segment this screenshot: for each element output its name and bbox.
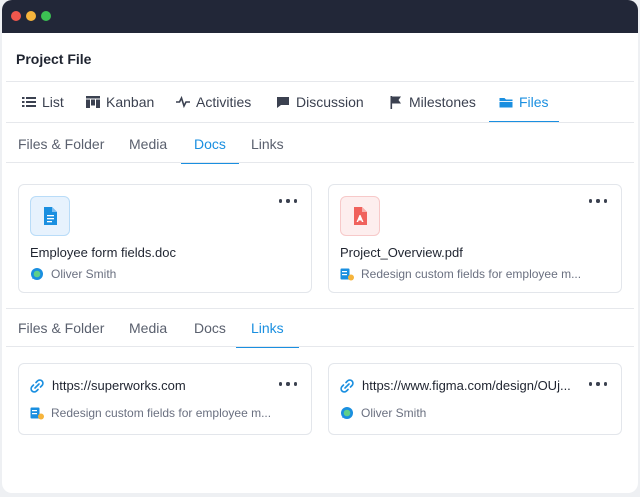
- chat-bubble-icon: [340, 406, 354, 420]
- doc-card[interactable]: Project_Overview.pdf Redesign custom fie…: [328, 184, 622, 293]
- minimize-window-button[interactable]: [26, 11, 36, 21]
- pdf-file-icon: [340, 196, 380, 236]
- link-card[interactable]: https://www.figma.com/design/OUj... Oliv…: [328, 363, 622, 435]
- link-url[interactable]: https://superworks.com: [52, 378, 186, 393]
- more-options-button[interactable]: [279, 380, 297, 388]
- tab-kanban-label: Kanban: [106, 94, 155, 110]
- subtab-docs[interactable]: Docs: [181, 125, 239, 164]
- tab-milestones-label: Milestones: [409, 94, 476, 110]
- link-icon: [340, 378, 354, 393]
- divider: [6, 122, 634, 123]
- link-icon: [30, 378, 44, 393]
- link-url[interactable]: https://www.figma.com/design/OUj...: [362, 378, 571, 393]
- page-title: Project File: [16, 51, 92, 67]
- doc-file-icon: [30, 196, 70, 236]
- close-window-button[interactable]: [11, 11, 21, 21]
- tab-files[interactable]: Files: [489, 82, 559, 123]
- task-icon: [30, 406, 44, 420]
- kanban-icon: [86, 95, 100, 109]
- divider: [6, 162, 634, 163]
- link-owner: Oliver Smith: [361, 406, 427, 420]
- app-window: Project File List Kanban Activities Disc…: [2, 0, 638, 493]
- linked-task: Redesign custom fields for employee m...: [51, 406, 272, 420]
- tab-milestones[interactable]: Milestones: [389, 82, 476, 122]
- link-meta: Redesign custom fields for employee m...: [30, 406, 271, 420]
- file-owner: Oliver Smith: [51, 267, 117, 281]
- folder-icon: [499, 95, 513, 109]
- file-meta: Redesign custom fields for employee m...: [340, 267, 581, 281]
- linked-task: Redesign custom fields for employee m...: [361, 267, 582, 281]
- main-tab-bar: List Kanban Activities Discussion Milest…: [6, 82, 634, 123]
- more-options-button[interactable]: [279, 197, 297, 205]
- tab-list[interactable]: List: [22, 82, 64, 122]
- window-titlebar: [2, 0, 638, 33]
- activity-icon: [176, 95, 190, 109]
- list-icon: [22, 95, 36, 109]
- more-options-button[interactable]: [589, 380, 607, 388]
- file-name[interactable]: Employee form fields.doc: [30, 245, 176, 260]
- doc-card[interactable]: Employee form fields.doc Oliver Smith: [18, 184, 312, 293]
- tab-kanban[interactable]: Kanban: [86, 82, 154, 122]
- tab-discussion[interactable]: Discussion: [276, 82, 364, 122]
- link-meta: Oliver Smith: [340, 406, 426, 420]
- more-options-button[interactable]: [589, 197, 607, 205]
- flag-icon: [389, 95, 403, 109]
- link-card[interactable]: https://superworks.com Redesign custom f…: [18, 363, 312, 435]
- file-meta: Oliver Smith: [30, 267, 116, 281]
- task-icon: [340, 267, 354, 281]
- tab-list-label: List: [42, 94, 64, 110]
- divider: [6, 346, 634, 347]
- maximize-window-button[interactable]: [41, 11, 51, 21]
- subtab-files-folder[interactable]: Files & Folder: [18, 309, 104, 347]
- tab-activities-label: Activities: [196, 94, 252, 110]
- link-row[interactable]: https://www.figma.com/design/OUj...: [340, 378, 571, 393]
- tab-files-label: Files: [519, 94, 549, 110]
- tab-activities[interactable]: Activities: [176, 82, 251, 122]
- tab-discussion-label: Discussion: [296, 94, 364, 110]
- subtab-files-folder[interactable]: Files & Folder: [18, 125, 104, 163]
- chat-icon: [276, 95, 290, 109]
- subtab-links[interactable]: Links: [251, 125, 284, 163]
- subtab-media[interactable]: Media: [129, 125, 167, 163]
- link-row[interactable]: https://superworks.com: [30, 378, 186, 393]
- docs-subtab-bar: Files & Folder Media Docs Links: [6, 125, 634, 164]
- links-subtab-bar: Files & Folder Media Docs Links: [6, 309, 634, 348]
- file-name[interactable]: Project_Overview.pdf: [340, 245, 463, 260]
- subtab-media[interactable]: Media: [129, 309, 167, 347]
- chat-bubble-icon: [30, 267, 44, 281]
- subtab-docs[interactable]: Docs: [194, 309, 226, 347]
- subtab-links[interactable]: Links: [236, 309, 299, 348]
